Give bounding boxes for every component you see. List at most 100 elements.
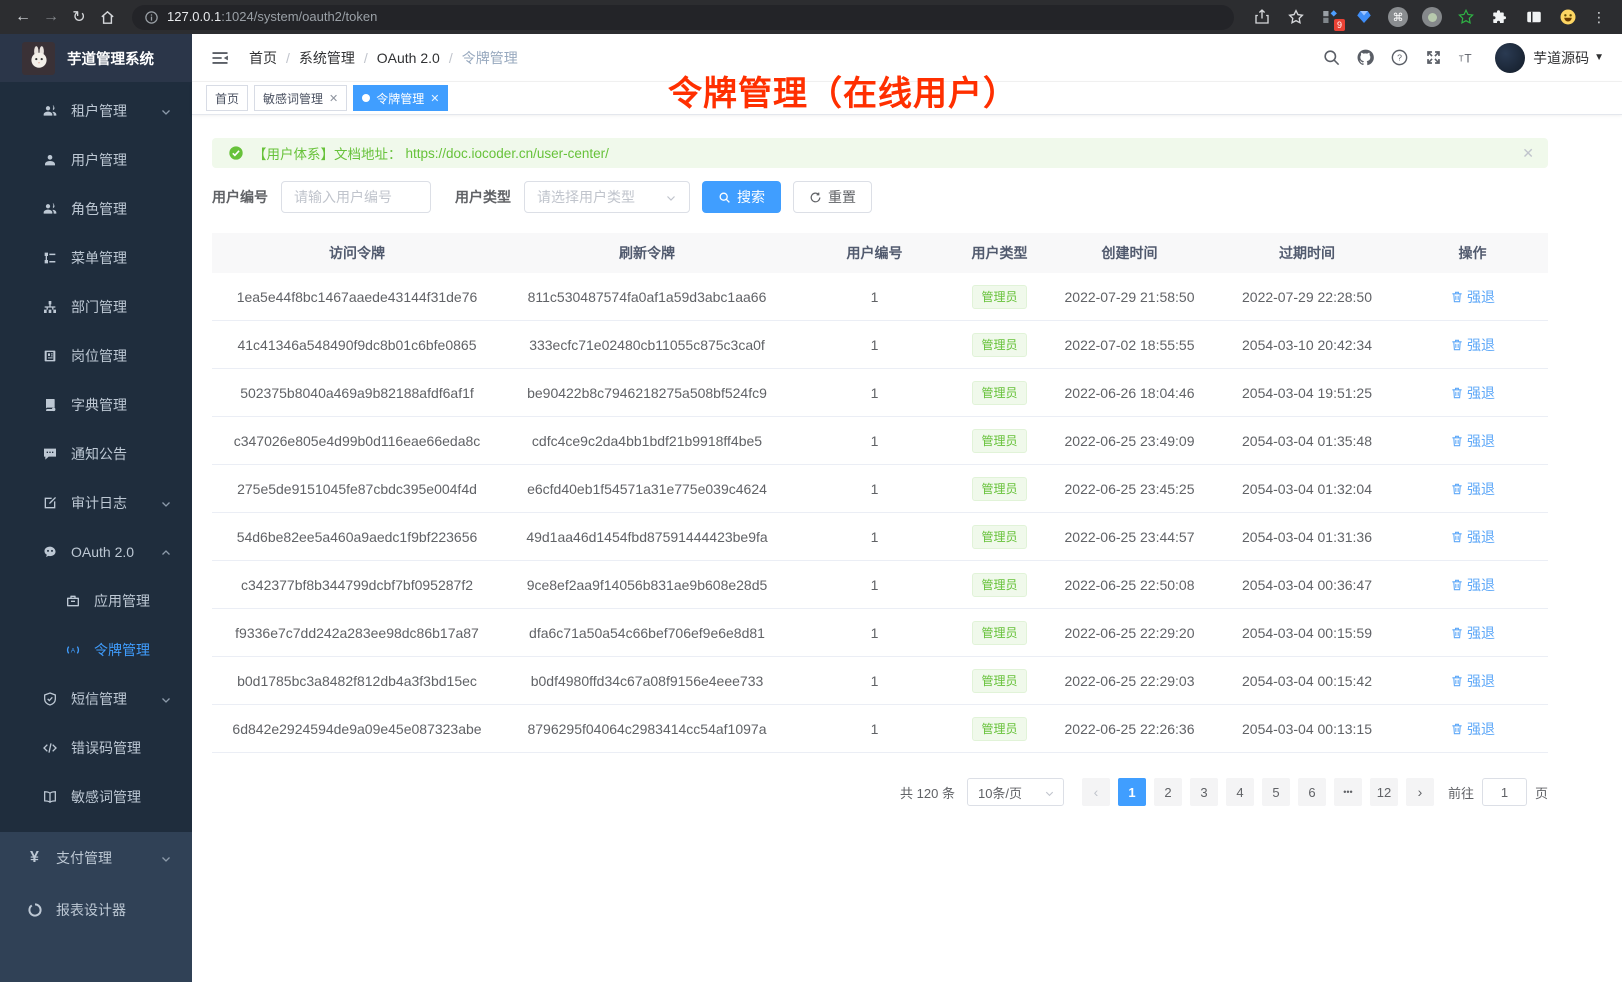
page-button-3[interactable]: 3 xyxy=(1190,778,1218,806)
username-label[interactable]: 芋道源码 xyxy=(1533,48,1589,68)
tab-close-icon[interactable]: ✕ xyxy=(430,92,439,105)
help-icon[interactable]: ? xyxy=(1390,48,1409,67)
sidebar-item-oauth2[interactable]: OAuth 2.0 xyxy=(0,527,192,576)
sidebar-item-post[interactable]: 岗位管理 xyxy=(0,331,192,380)
user-type-tag: 管理员 xyxy=(972,429,1026,453)
refresh-token-cell: dfa6c71a50a54c66bef706ef9e6e8d81 xyxy=(502,625,792,641)
page-button-1[interactable]: 1 xyxy=(1118,778,1146,806)
sidebar-item-dept[interactable]: 部门管理 xyxy=(0,282,192,331)
sidebar-item-tenant[interactable]: 租户管理 xyxy=(0,86,192,135)
back-icon[interactable]: ← xyxy=(10,4,36,30)
user-id-input[interactable] xyxy=(281,181,431,213)
sidebar-item-oauth2-token[interactable]: A令牌管理 xyxy=(0,625,192,674)
profile-avatar-icon[interactable] xyxy=(1557,6,1579,28)
expire-time-cell: 2054-03-04 01:32:04 xyxy=(1217,481,1397,497)
force-logout-button[interactable]: 强退 xyxy=(1450,623,1495,643)
share-icon[interactable] xyxy=(1251,6,1273,28)
search-icon[interactable] xyxy=(1322,48,1341,67)
search-button[interactable]: 搜索 xyxy=(702,181,781,213)
force-logout-button[interactable]: 强退 xyxy=(1450,479,1495,499)
force-logout-button[interactable]: 强退 xyxy=(1450,287,1495,307)
create-time-cell: 2022-06-25 23:45:25 xyxy=(1042,481,1217,497)
chrome-menu-icon[interactable]: ⋮ xyxy=(1586,4,1612,30)
force-logout-cell: 强退 xyxy=(1397,335,1548,355)
tab-close-icon[interactable]: ✕ xyxy=(329,92,338,105)
extension-squares-icon[interactable]: 9 xyxy=(1319,6,1341,28)
table-row: 6d842e2924594de9a09e45e087323abe8796295f… xyxy=(212,705,1548,753)
bookmark-star-icon[interactable] xyxy=(1285,6,1307,28)
github-icon[interactable] xyxy=(1356,48,1375,67)
page-button-2[interactable]: 2 xyxy=(1154,778,1182,806)
create-time-cell: 2022-06-25 22:50:08 xyxy=(1042,577,1217,593)
sidebar-item-audit-log[interactable]: 审计日志 xyxy=(0,478,192,527)
sidebar-item-sensitive-word[interactable]: 敏感词管理 xyxy=(0,772,192,821)
page-button-5[interactable]: 5 xyxy=(1262,778,1290,806)
force-logout-button[interactable]: 强退 xyxy=(1450,527,1495,547)
refresh-token-cell: be90422b8c7946218275a508bf524fc9 xyxy=(502,385,792,401)
sidebar-item-pay[interactable]: ¥支付管理 xyxy=(0,832,192,884)
force-logout-button[interactable]: 强退 xyxy=(1450,575,1495,595)
extension-gem-icon[interactable] xyxy=(1353,6,1375,28)
force-logout-button[interactable]: 强退 xyxy=(1450,671,1495,691)
doc-link[interactable]: https://doc.iocoder.cn/user-center/ xyxy=(406,146,609,161)
sidebar-item-role[interactable]: 角色管理 xyxy=(0,184,192,233)
page-more-button[interactable]: ••• xyxy=(1334,778,1362,806)
user-type-tag: 管理员 xyxy=(972,717,1026,741)
tab-token-management[interactable]: 令牌管理✕ xyxy=(353,85,448,111)
alert-close-icon[interactable]: ✕ xyxy=(1522,145,1534,162)
home-icon[interactable] xyxy=(94,4,120,30)
forward-icon[interactable]: → xyxy=(38,4,64,30)
extension-star-icon[interactable] xyxy=(1455,6,1477,28)
side-panel-icon[interactable] xyxy=(1523,6,1545,28)
sidebar-item-notice[interactable]: 通知公告 xyxy=(0,429,192,478)
refresh-token-cell: b0df4980ffd34c67a08f9156e4eee733 xyxy=(502,673,792,689)
jump-page-input[interactable] xyxy=(1482,778,1527,806)
sidebar-item-menu[interactable]: 菜单管理 xyxy=(0,233,192,282)
delete-icon xyxy=(1450,722,1464,736)
page-button-6[interactable]: 6 xyxy=(1298,778,1326,806)
tab-sensitive-word[interactable]: 敏感词管理✕ xyxy=(254,85,347,111)
create-time-cell: 2022-06-25 23:49:09 xyxy=(1042,433,1217,449)
fullscreen-icon[interactable] xyxy=(1424,48,1443,67)
svg-text:?: ? xyxy=(1397,53,1402,63)
extension-command-icon[interactable]: ⌘ xyxy=(1387,6,1409,28)
caret-down-icon[interactable]: ▼ xyxy=(1594,52,1604,63)
page-button-4[interactable]: 4 xyxy=(1226,778,1254,806)
page-size-select[interactable]: 10条/页 xyxy=(967,778,1064,806)
expire-time-cell: 2022-07-29 22:28:50 xyxy=(1217,289,1397,305)
sidebar-item-dict[interactable]: 字典管理 xyxy=(0,380,192,429)
tab-home[interactable]: 首页 xyxy=(206,85,248,111)
page-button-12[interactable]: 12 xyxy=(1370,778,1398,806)
site-info-icon[interactable] xyxy=(144,10,159,25)
sidebar-item-report[interactable]: 报表设计器 xyxy=(0,884,192,936)
user-type-cell: 管理员 xyxy=(957,477,1042,501)
sidebar-item-sms[interactable]: 短信管理 xyxy=(0,674,192,723)
force-logout-button[interactable]: 强退 xyxy=(1450,431,1495,451)
user-id-cell: 1 xyxy=(792,337,957,353)
sidebar-item-user[interactable]: 用户管理 xyxy=(0,135,192,184)
breadcrumb-home[interactable]: 首页 xyxy=(249,48,277,68)
force-logout-button[interactable]: 强退 xyxy=(1450,335,1495,355)
extension-record-icon[interactable] xyxy=(1421,6,1443,28)
address-bar[interactable]: 127.0.0.1:1024/system/oauth2/token xyxy=(132,5,1234,30)
sidebar-toggle-icon[interactable] xyxy=(210,48,230,68)
sidebar-item-error-code[interactable]: 错误码管理 xyxy=(0,723,192,772)
sidebar-item-oauth2-app[interactable]: 应用管理 xyxy=(0,576,192,625)
access-token-cell: 1ea5e44f8bc1467aaede43144f31de76 xyxy=(212,289,502,305)
force-logout-cell: 强退 xyxy=(1397,575,1548,595)
user-icon xyxy=(41,151,58,168)
app-logo[interactable]: 芋道管理系统 xyxy=(0,34,192,82)
user-type-select[interactable]: 请选择用户类型 xyxy=(524,181,690,213)
next-page-button[interactable]: › xyxy=(1406,778,1434,806)
reset-button[interactable]: 重置 xyxy=(793,181,872,213)
reload-icon[interactable]: ↻ xyxy=(66,4,92,30)
font-size-icon[interactable]: TT xyxy=(1458,48,1477,67)
force-logout-button[interactable]: 强退 xyxy=(1450,719,1495,739)
extension-puzzle-icon[interactable] xyxy=(1489,6,1511,28)
breadcrumb-system[interactable]: 系统管理 xyxy=(299,48,355,68)
breadcrumb-oauth2[interactable]: OAuth 2.0 xyxy=(377,50,440,66)
force-logout-button[interactable]: 强退 xyxy=(1450,383,1495,403)
prev-page-button[interactable]: ‹ xyxy=(1082,778,1110,806)
access-token-cell: 275e5de9151045fe87cbdc395e004f4d xyxy=(212,481,502,497)
user-avatar[interactable] xyxy=(1495,43,1525,73)
